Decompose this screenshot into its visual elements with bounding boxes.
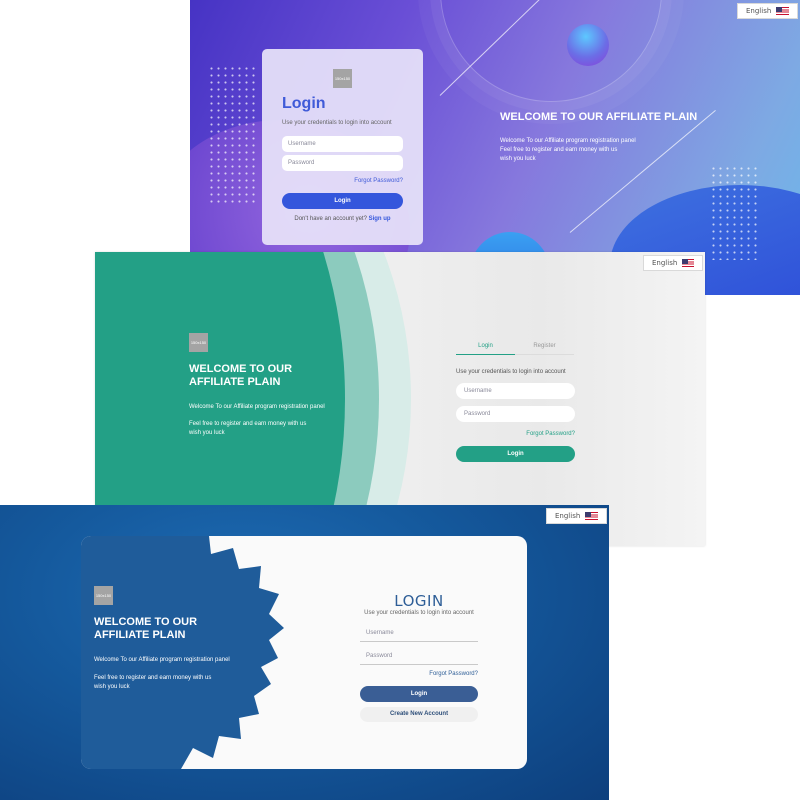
tab-register[interactable]: Register xyxy=(515,343,574,355)
login-subtitle: Use your credentials to login into accou… xyxy=(282,120,392,126)
login-card: 150x150 Login Use your credentials to lo… xyxy=(262,49,423,245)
welcome-text-line2: Feel free to register and earn money wit… xyxy=(189,421,307,427)
password-input[interactable]: Password xyxy=(456,406,575,422)
signup-link[interactable]: Sign up xyxy=(369,216,391,222)
signup-prompt-text: Don't have an account yet? xyxy=(294,216,367,222)
forgot-password-link[interactable]: Forgot Password? xyxy=(360,671,478,677)
username-input[interactable]: Username xyxy=(360,630,478,642)
login-title: Login xyxy=(282,95,326,112)
signup-prompt: Don't have an account yet? Sign up xyxy=(262,216,423,222)
welcome-title: WELCOME TO OUR AFFILIATE PLAIN xyxy=(500,111,698,123)
decorative-rings xyxy=(440,0,662,102)
forgot-password-link[interactable]: Forgot Password? xyxy=(456,431,575,437)
language-selector[interactable]: English xyxy=(643,255,703,271)
decorative-sphere xyxy=(567,24,609,66)
us-flag-icon xyxy=(585,512,598,520)
us-flag-icon xyxy=(776,7,789,15)
login-screen-purple: English 150x150 Login Use your credentia… xyxy=(190,0,800,295)
language-selector[interactable]: English xyxy=(546,508,607,524)
logo-placeholder: 150x150 xyxy=(333,69,352,88)
login-title: LOGIN xyxy=(394,592,444,610)
login-subtitle: Use your credentials to login into accou… xyxy=(456,369,566,375)
logo-placeholder: 150x150 xyxy=(189,333,208,352)
logo-placeholder: 150x150 xyxy=(94,586,113,605)
gear-shape xyxy=(81,536,284,769)
logo-placeholder-text: 150x150 xyxy=(190,340,207,345)
logo-placeholder-text: 150x150 xyxy=(95,593,112,598)
login-screen-blue: English 150x150 WELCOME TO OUR AFFILIATE… xyxy=(0,505,609,800)
password-input[interactable]: Password xyxy=(282,155,403,171)
password-input[interactable]: Password xyxy=(360,653,478,665)
create-account-button[interactable]: Create New Account xyxy=(360,707,478,722)
welcome-text-line1: Welcome To our Affiliate program registr… xyxy=(500,138,636,144)
login-button[interactable]: Login xyxy=(456,446,575,462)
decorative-dots xyxy=(710,165,760,260)
welcome-text-line3: wish you luck xyxy=(500,156,536,162)
language-label: English xyxy=(555,512,581,520)
tab-login[interactable]: Login xyxy=(456,343,515,355)
username-input[interactable]: Username xyxy=(282,136,403,152)
welcome-text-line1: Welcome To our Affiliate program registr… xyxy=(189,404,325,410)
language-label: English xyxy=(746,7,772,15)
welcome-text-line2: Feel free to register and earn money wit… xyxy=(94,675,212,681)
welcome-panel xyxy=(95,252,345,546)
logo-placeholder-text: 150x150 xyxy=(334,76,351,81)
language-selector[interactable]: English xyxy=(737,3,798,19)
welcome-text-line3: wish you luck xyxy=(189,430,225,436)
welcome-title: WELCOME TO OUR AFFILIATE PLAIN xyxy=(94,616,198,641)
welcome-text-line2: Feel free to register and earn money wit… xyxy=(500,147,618,153)
welcome-text-line1: Welcome To our Affiliate program registr… xyxy=(94,657,230,663)
login-screen-teal: English 150x150 WELCOME TO OUR AFFILIATE… xyxy=(95,252,705,546)
welcome-text-line3: wish you luck xyxy=(94,684,130,690)
welcome-title: WELCOME TO OUR AFFILIATE PLAIN xyxy=(189,363,293,388)
login-card: 150x150 WELCOME TO OUR AFFILIATE PLAIN W… xyxy=(81,536,527,769)
decorative-dots xyxy=(208,65,256,205)
login-subtitle: Use your credentials to login into accou… xyxy=(364,610,474,616)
forgot-password-link[interactable]: Forgot Password? xyxy=(354,178,403,184)
username-input[interactable]: Username xyxy=(456,383,575,399)
us-flag-icon xyxy=(682,259,694,267)
login-button[interactable]: Login xyxy=(360,686,478,702)
language-label: English xyxy=(652,259,678,267)
login-button[interactable]: Login xyxy=(282,193,403,209)
